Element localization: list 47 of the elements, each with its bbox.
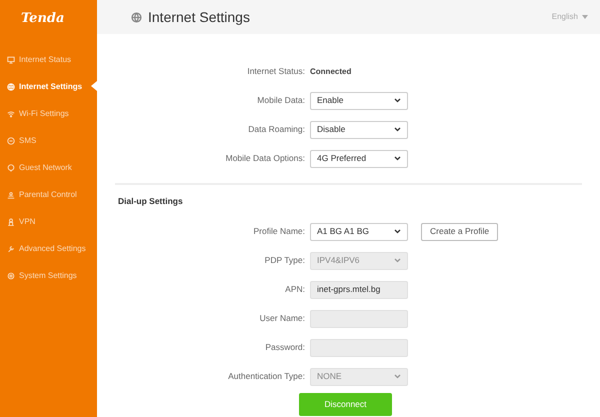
status-value: Connected	[310, 66, 352, 78]
field-label: Password:	[264, 341, 305, 354]
field-label: PDP Type:	[264, 254, 305, 267]
wrench-icon	[7, 244, 15, 252]
select-field[interactable]: Enable	[310, 92, 408, 110]
chevron-icon	[394, 374, 401, 379]
sidebar-item[interactable]: VPN	[0, 208, 97, 235]
create-profile-button[interactable]: Create a Profile	[421, 222, 498, 240]
field-label: APN:	[284, 283, 305, 296]
select-field[interactable]: A1 BG A1 BG	[310, 222, 408, 240]
gear-icon	[7, 272, 15, 280]
selection-pointer-icon	[91, 81, 97, 91]
lock-icon	[7, 218, 15, 226]
sidebar-item[interactable]: SMS	[0, 127, 97, 154]
select-field: IPV4&IPV6	[310, 252, 408, 270]
sidebar-item[interactable]: Advanced Settings	[0, 235, 97, 262]
sidebar-item[interactable]: Internet Status	[0, 46, 97, 73]
field-label: Data Roaming:	[247, 123, 305, 136]
select-field: NONE	[310, 368, 408, 386]
field-label: Authentication Type:	[227, 370, 305, 383]
sidebar-item[interactable]: Parental Control	[0, 181, 97, 208]
chevron-icon	[394, 98, 401, 103]
field-label: Mobile Data Options:	[224, 152, 305, 165]
sidebar-item[interactable]: Wi-Fi Settings	[0, 100, 97, 127]
chat-icon	[7, 136, 15, 144]
chevron-icon	[394, 156, 401, 161]
field-label: Internet Status:	[246, 65, 305, 78]
caret-icon	[582, 15, 588, 19]
field-label: Mobile Data:	[256, 94, 305, 107]
sidebar-item[interactable]: Internet Settings	[0, 73, 97, 100]
select-field[interactable]: Disable	[310, 120, 408, 138]
field-label: User Name:	[258, 312, 305, 325]
page-title: Internet Settings	[148, 8, 250, 27]
language-dropdown[interactable]: English	[552, 11, 588, 23]
section-title: Dial-up Settings	[117, 195, 183, 208]
chevron-icon	[394, 229, 401, 234]
sidebar-item[interactable]: System Settings	[0, 262, 97, 289]
wifi-icon	[7, 110, 15, 118]
chevron-icon	[394, 258, 401, 263]
chevron-icon	[394, 127, 401, 132]
sidebar-item[interactable]: Guest Network	[0, 154, 97, 181]
input-field: inet-gprs.mtel.bg	[310, 280, 408, 298]
field-label: Profile Name:	[252, 225, 305, 238]
monitor-icon	[7, 56, 15, 64]
logo: Tenda	[20, 10, 64, 28]
select-field[interactable]: 4G Preferred	[310, 150, 408, 168]
disconnect-button[interactable]: Disconnect	[299, 393, 392, 416]
